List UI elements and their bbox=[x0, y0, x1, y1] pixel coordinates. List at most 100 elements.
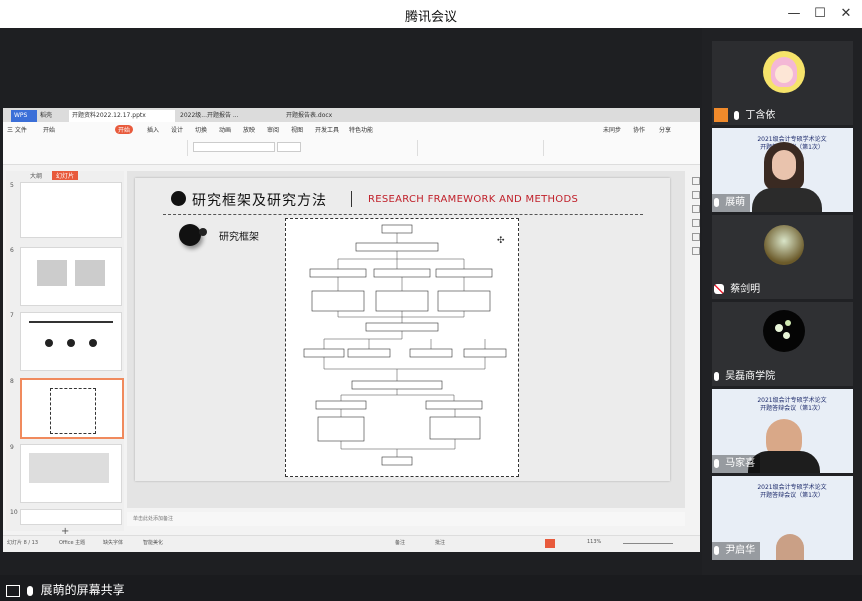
participant-card[interactable]: 蔡剑明 bbox=[712, 215, 853, 299]
notes-toggle[interactable]: 备注 bbox=[395, 539, 405, 546]
tool-icon[interactable] bbox=[692, 219, 700, 227]
slide-thumbnail-7[interactable] bbox=[20, 312, 122, 371]
flow-node bbox=[429, 416, 481, 440]
sync-status[interactable]: 未同步 bbox=[603, 125, 621, 134]
thumb-content bbox=[37, 260, 67, 286]
tab-wps[interactable]: WPS bbox=[11, 110, 37, 122]
share-owner-name: 展萌的屏幕共享 bbox=[40, 583, 125, 597]
flow-node bbox=[381, 224, 413, 234]
flow-node bbox=[365, 322, 439, 332]
tool-icon[interactable] bbox=[692, 205, 700, 213]
minimize-icon[interactable]: — bbox=[783, 4, 805, 24]
menu-transition[interactable]: 切换 bbox=[195, 125, 207, 134]
participant-name: 蔡剑明 bbox=[730, 284, 761, 295]
participant-name: 尹启华 bbox=[725, 545, 756, 556]
flower-petal bbox=[783, 332, 790, 339]
slide-thumbnail-8-selected[interactable] bbox=[20, 378, 124, 439]
framework-diagram-image[interactable] bbox=[285, 218, 519, 477]
flow-node bbox=[347, 348, 391, 358]
slide-thumbnail-5[interactable] bbox=[20, 182, 122, 238]
flow-node bbox=[315, 400, 367, 410]
thumb-content bbox=[75, 260, 105, 286]
menu-slideshow[interactable]: 放映 bbox=[243, 125, 255, 134]
flow-node bbox=[375, 290, 429, 312]
tab-slides[interactable]: 幻灯片 bbox=[51, 171, 78, 180]
cartoon-avatar bbox=[763, 51, 805, 93]
participant-name-bar: 吴磊商学院 bbox=[712, 368, 780, 386]
document-tab-bar: WPS 稻壳 开题资料2022.12.17.pptx 2022级...开题报告 … bbox=[3, 108, 700, 122]
menu-animation[interactable]: 动画 bbox=[219, 125, 231, 134]
smart-beautify-button[interactable]: 智能美化 bbox=[143, 539, 163, 546]
tab-docer[interactable]: 稻壳 bbox=[37, 110, 69, 122]
tab-ppt-active[interactable]: 开题资料2022.12.17.pptx bbox=[69, 110, 175, 122]
menu-start-left[interactable]: 开始 bbox=[43, 125, 55, 134]
notes-area[interactable]: 单击此处添加备注 bbox=[127, 512, 685, 526]
flow-node bbox=[309, 268, 367, 278]
title-bar: 腾讯会议 — ☐ ✕ bbox=[0, 0, 862, 29]
collaborate-button[interactable]: 协作 bbox=[633, 125, 645, 134]
comments-toggle[interactable]: 批注 bbox=[435, 539, 445, 546]
slide-thumbnail-10[interactable] bbox=[20, 509, 122, 525]
tool-icon[interactable] bbox=[692, 191, 700, 199]
tool-icon[interactable] bbox=[692, 247, 700, 255]
close-icon[interactable]: ✕ bbox=[835, 4, 857, 24]
menu-design[interactable]: 设计 bbox=[171, 125, 183, 134]
menu-home[interactable]: 开始 bbox=[115, 125, 134, 134]
thumb-content bbox=[29, 321, 113, 323]
participant-name-bar: 丁含依 bbox=[712, 107, 780, 125]
maximize-icon[interactable]: ☐ bbox=[809, 4, 831, 24]
menu-features[interactable]: 特色功能 bbox=[349, 125, 373, 134]
participant-name-bar: 蔡剑明 bbox=[712, 281, 765, 299]
missing-fonts[interactable]: 缺失字体 bbox=[103, 539, 123, 546]
mic-icon bbox=[714, 197, 719, 207]
flow-node bbox=[373, 268, 431, 278]
participant-name: 马家喜 bbox=[725, 458, 756, 469]
slide-canvas: 研究框架及研究方法 RESEARCH FRAMEWORK AND METHODS… bbox=[127, 171, 685, 508]
slide-thumbnail-6[interactable] bbox=[20, 247, 122, 306]
participant-name-bar: 尹启华 bbox=[712, 542, 761, 560]
tool-icon[interactable] bbox=[692, 233, 700, 241]
mic-muted-icon bbox=[714, 284, 724, 294]
mic-icon bbox=[714, 371, 719, 381]
menu-insert[interactable]: 插入 bbox=[147, 125, 159, 134]
participant-name: 展萌 bbox=[725, 197, 746, 208]
menu-developer[interactable]: 开发工具 bbox=[315, 125, 339, 134]
shared-wps-window: WPS 稻壳 开题资料2022.12.17.pptx 2022级...开题报告 … bbox=[3, 108, 700, 552]
thumb-number: 8 bbox=[10, 378, 14, 385]
flow-node bbox=[381, 456, 413, 466]
subtitle-bullet-small bbox=[199, 228, 207, 236]
background-banner-text: 2021级会计专硕学术论文 开题答辩会议（第1次） bbox=[757, 397, 827, 412]
cursor-move-icon: ✣ bbox=[497, 236, 505, 246]
thumb-number: 7 bbox=[10, 312, 14, 319]
menu-review[interactable]: 审阅 bbox=[267, 125, 279, 134]
slide-title-cn: 研究框架及研究方法 bbox=[192, 193, 327, 209]
participant-card[interactable]: 丁含依 bbox=[712, 41, 853, 125]
slideshow-play-icon[interactable] bbox=[545, 539, 555, 548]
menu-view[interactable]: 视图 bbox=[291, 125, 303, 134]
thumb-number: 10 bbox=[10, 509, 18, 516]
font-name-select[interactable] bbox=[193, 142, 275, 152]
tab-doc-2[interactable]: 2022级...开题报告 ... bbox=[177, 110, 283, 122]
person-video bbox=[764, 142, 804, 190]
thumb-number: 5 bbox=[10, 182, 14, 189]
theme-name: Office 主题 bbox=[59, 540, 86, 546]
zoom-slider[interactable] bbox=[623, 543, 673, 544]
font-size-select[interactable] bbox=[277, 142, 301, 152]
flower-petal bbox=[785, 320, 791, 326]
zoom-level[interactable]: 113% bbox=[587, 539, 601, 545]
flower-petal bbox=[775, 324, 783, 332]
tab-doc-3[interactable]: 开题报告表.docx bbox=[283, 110, 373, 122]
slide-thumbnail-9[interactable] bbox=[20, 444, 122, 503]
participant-card[interactable]: 2021级会计专硕学术论文 开题答辩会议（第1次） 展萌 bbox=[712, 128, 853, 212]
share-button[interactable]: 分享 bbox=[659, 125, 671, 134]
participant-card[interactable]: 2021级会计专硕学术论文 开题答辩会议（第1次） 尹启华 bbox=[712, 476, 853, 560]
flow-node bbox=[317, 416, 365, 442]
participant-card[interactable]: 吴磊商学院 bbox=[712, 302, 853, 386]
tab-outline[interactable]: 大纲 bbox=[26, 171, 46, 180]
tool-icon[interactable] bbox=[692, 177, 700, 185]
menu-file[interactable]: 三 文件 bbox=[7, 125, 27, 134]
screen-share-label: 展萌的屏幕共享 bbox=[0, 579, 131, 601]
participant-card[interactable]: 2021级会计专硕学术论文 开题答辩会议（第1次） 马家喜 bbox=[712, 389, 853, 473]
flow-node bbox=[355, 242, 439, 252]
status-bar: 幻灯片 8 / 13 Office 主题 缺失字体 智能美化 备注 批注 113… bbox=[3, 535, 700, 552]
